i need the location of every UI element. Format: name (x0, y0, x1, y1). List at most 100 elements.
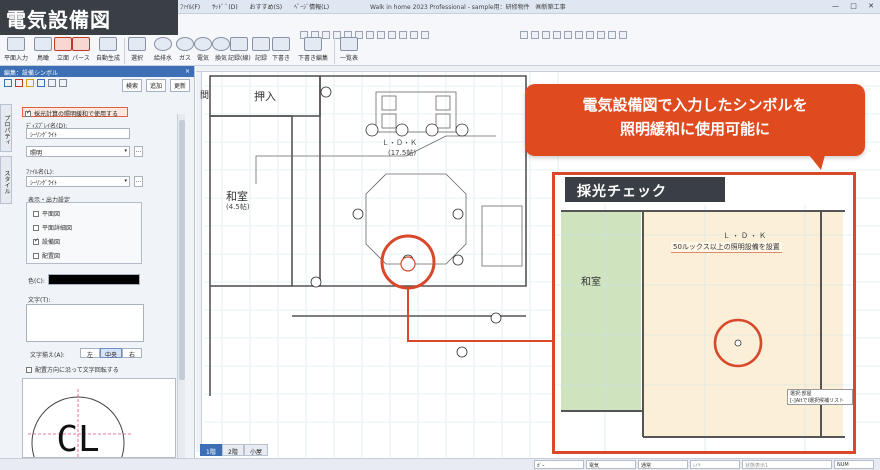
button-label: 平面入力 (4, 55, 29, 62)
display-settings-group: 平面図 平面詳細図 設備図 配置図 (26, 202, 142, 264)
feature-callout: 電気設備図で入力したシンボルを 照明緩和に使用可能に (525, 84, 865, 170)
tooltip-line1: 選択:部屋 (790, 391, 812, 397)
table-icon (340, 37, 358, 51)
inset-drawing (555, 205, 853, 451)
birdseye-button[interactable]: 鳥瞰 (34, 37, 52, 62)
update-button[interactable]: 更新 (170, 79, 191, 92)
quick-tool-icon[interactable] (531, 31, 539, 39)
align-right-button[interactable]: 右 (122, 348, 142, 359)
button-label: 記録 (254, 55, 267, 62)
panel-toolbar: 検索 追加 更新 (0, 77, 194, 92)
scrollbar-thumb[interactable] (179, 120, 185, 380)
checkbox-icon (33, 237, 39, 245)
inset-title: 採光チェック (565, 177, 725, 202)
rotate-text-checkbox[interactable]: 配置方向に沿って文字回転する (26, 365, 119, 374)
type-browse-button[interactable]: … (134, 146, 143, 157)
menu-file[interactable]: ﾌｧｲﾙ(F) (180, 4, 200, 11)
quick-tool-icon[interactable] (410, 31, 418, 39)
quick-tool-icon[interactable] (553, 31, 561, 39)
gas-button[interactable]: ガス (176, 37, 194, 62)
minimize-button[interactable]: — (832, 2, 839, 10)
display-name-input[interactable]: ｼｰﾘﾝｸﾞﾗｲﾄ (26, 128, 130, 139)
tab-floor-1[interactable]: 1階 (200, 444, 222, 456)
callout-line1: 電気設備図で入力したシンボルを (582, 96, 808, 114)
option-plan[interactable]: 平面図 (33, 209, 60, 218)
elevation-button[interactable]: 立面 (54, 37, 72, 62)
quick-tool-icon[interactable] (586, 31, 594, 39)
panel-tool-icon[interactable] (48, 79, 56, 87)
option-layout[interactable]: 配置図 (33, 251, 60, 260)
electric-button[interactable]: 電気 (194, 37, 212, 62)
quick-tool-icon[interactable] (421, 31, 429, 39)
menu-bar: ﾌｧｲﾙ(F) ｻｯﾄﾞ ﾞ(D) おすすめ(S) ﾍﾟｰｼﾞ情報(L) (180, 2, 339, 11)
tab-floor-2[interactable]: 2階 (222, 444, 244, 456)
perspective-button[interactable]: パース (72, 37, 90, 62)
menu-page-info[interactable]: ﾍﾟｰｼﾞ情報(L) (294, 4, 329, 11)
auto-generate-button[interactable]: 自動生成 (96, 37, 120, 62)
file-name-select[interactable]: ｼｰﾘﾝｸﾞﾗｲﾄ ▾ (26, 176, 130, 187)
panel-tool-icon[interactable] (26, 79, 34, 87)
quick-tool-icon[interactable] (377, 31, 385, 39)
panel-tool-icon[interactable] (59, 79, 67, 87)
tab-property[interactable]: プロパティ (0, 104, 12, 152)
tab-attic[interactable]: 小屋 (244, 444, 269, 456)
status-field: 状態表示1 (742, 460, 832, 469)
panel-tool-icon[interactable] (37, 79, 45, 87)
quick-tool-icon[interactable] (597, 31, 605, 39)
window-title: Walk in home 2023 Professional - sample用… (370, 4, 566, 11)
button-label: 換気 (214, 55, 227, 62)
panel-tool-icon[interactable] (15, 79, 23, 87)
quick-tool-icon[interactable] (388, 31, 396, 39)
close-window-button[interactable]: ✕ (868, 2, 874, 10)
record-button[interactable]: 記録 (252, 37, 270, 62)
panel-tool-icon[interactable] (4, 79, 12, 87)
quick-tool-icon[interactable] (619, 31, 627, 39)
select-button[interactable]: 選択 (128, 37, 146, 62)
maximize-button[interactable]: □ (850, 2, 857, 10)
quick-tool-icon[interactable] (399, 31, 407, 39)
button-label: 記録(線) (228, 55, 251, 62)
quick-tool-icon[interactable] (608, 31, 616, 39)
draft-button[interactable]: 下書き (272, 37, 290, 62)
checkbox-icon (33, 211, 39, 217)
pencil-icon (272, 37, 290, 51)
button-label: ガス (178, 55, 191, 62)
checkbox-icon (33, 225, 39, 231)
quick-tool-icon[interactable] (564, 31, 572, 39)
panel-scrollbar[interactable] (177, 114, 185, 458)
quick-tool-icon[interactable] (542, 31, 550, 39)
button-label: 一覧表 (340, 55, 359, 62)
record-line-button[interactable]: 記録(線) (228, 37, 251, 62)
inset-washitsu: 和室 (581, 277, 601, 288)
quick-tool-icon[interactable] (520, 31, 528, 39)
option-plan-detail[interactable]: 平面詳細図 (33, 223, 72, 232)
panel-close-icon[interactable]: × (185, 68, 190, 75)
text-input[interactable] (26, 304, 144, 342)
color-swatch[interactable] (48, 274, 140, 285)
plumbing-button[interactable]: 給排水 (154, 37, 172, 62)
list-button[interactable]: 一覧表 (340, 37, 358, 62)
plan-input-button[interactable]: 平面入力 (4, 37, 28, 62)
preview-svg: CL (28, 389, 133, 457)
draft-edit-button[interactable]: 下書き編集 (298, 37, 328, 62)
align-left-button[interactable]: 左 (80, 348, 100, 359)
quick-tool-icon[interactable] (575, 31, 583, 39)
tab-style[interactable]: スタイル (0, 156, 12, 204)
menu-recommend[interactable]: おすすめ(S) (250, 4, 283, 11)
quick-toolbar-right (520, 31, 630, 39)
status-field: 通常 (638, 460, 688, 469)
file-browse-button[interactable]: … (134, 176, 143, 187)
quick-tool-icon[interactable] (366, 31, 374, 39)
button-label: パース (72, 55, 90, 62)
menu-draw[interactable]: ｻｯﾄﾞ ﾞ(D) (212, 4, 238, 11)
lighting-relief-checkbox[interactable]: 採光計算の照明緩和で使用する (22, 107, 128, 118)
status-bar: ｶﾞｰ 電気 通常 ﾚｲﾔ 状態表示1 NUM (0, 458, 880, 470)
align-center-button[interactable]: 中央 (100, 348, 122, 359)
append-button[interactable]: 追加 (146, 79, 167, 92)
search-button[interactable]: 検索 (122, 79, 143, 92)
option-equipment[interactable]: 設備図 (33, 237, 60, 246)
checkbox-icon (26, 367, 32, 373)
type-select[interactable]: 照明 ▾ (26, 146, 130, 157)
cursor-icon (128, 37, 146, 51)
plan-furniture (255, 91, 523, 267)
